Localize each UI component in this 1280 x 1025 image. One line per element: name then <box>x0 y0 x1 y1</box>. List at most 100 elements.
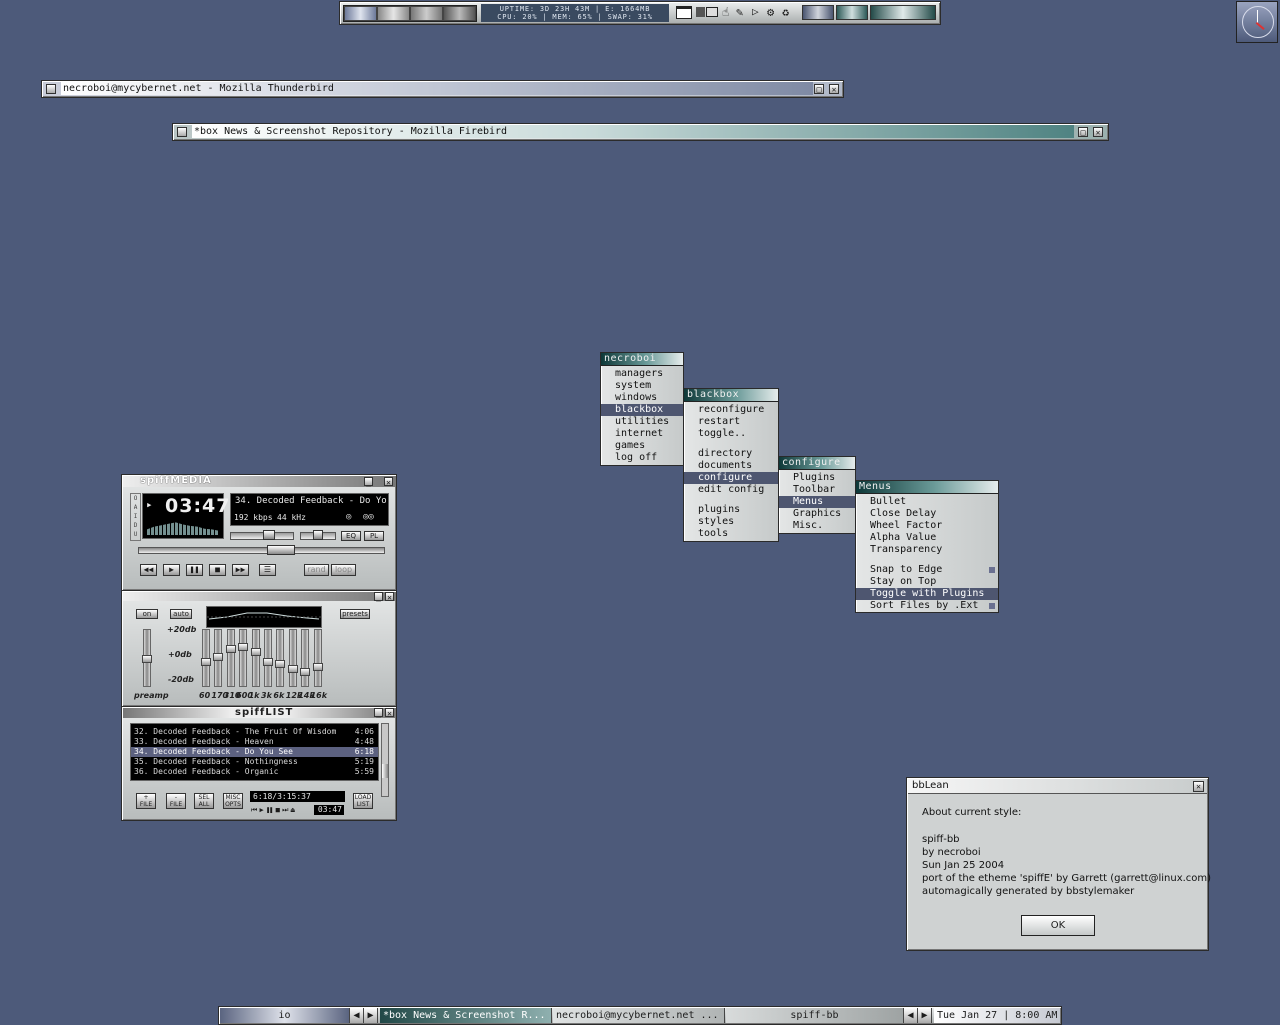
menu-item-bullet[interactable]: Bullet <box>856 496 998 508</box>
menu-item-documents[interactable]: documents <box>684 460 778 472</box>
menu-item-tools[interactable]: tools <box>684 528 778 540</box>
menu-item-restart[interactable]: restart <box>684 416 778 428</box>
menu-item-plugins[interactable]: plugins <box>684 504 778 516</box>
mini-next-icon[interactable]: ⏭ <box>282 806 288 814</box>
mini-prev-icon[interactable]: ⏮ <box>251 806 257 814</box>
firebird-window[interactable]: _ *box News & Screenshot Repository - Mo… <box>172 123 1109 141</box>
menu-item-styles[interactable]: styles <box>684 516 778 528</box>
menu-item-stay-on-top[interactable]: Stay on Top <box>856 576 998 588</box>
eq-band-slider-16k[interactable] <box>312 629 323 687</box>
eq-band-slider-1k[interactable] <box>250 629 261 687</box>
dialog-titlebar[interactable]: bbLean <box>908 779 1207 794</box>
playlist-list[interactable]: 32. Decoded Feedback - The Fruit Of Wisd… <box>130 723 379 781</box>
workspace-label[interactable]: io <box>220 1008 350 1023</box>
prev-workspace-button[interactable]: ◀ <box>350 1008 364 1023</box>
window-icon[interactable] <box>676 6 692 19</box>
eq-presets-button[interactable]: presets <box>340 609 370 619</box>
slider-knob[interactable] <box>263 657 273 666</box>
play-button[interactable]: ▶ <box>163 564 180 576</box>
eq-auto-button[interactable]: auto <box>170 609 192 619</box>
add-file-button[interactable]: + FILE <box>136 793 156 809</box>
playlist-scrollbar[interactable] <box>381 723 389 797</box>
slider-knob[interactable] <box>238 642 249 651</box>
slider-knob[interactable] <box>300 667 311 676</box>
menu-item-sort-files[interactable]: Sort Files by .Ext <box>856 600 998 612</box>
playlist-row[interactable]: 36. Decoded Feedback - Organic 5:59 <box>131 767 378 777</box>
mini-stop-icon[interactable]: ■ <box>276 806 280 814</box>
clock-icon[interactable] <box>1236 1 1278 43</box>
minimize-button[interactable]: _ <box>374 592 383 602</box>
eq-band-slider-3k[interactable] <box>263 629 273 687</box>
playlist-toggle-button[interactable]: PL <box>364 531 384 541</box>
close-button[interactable]: ✕ <box>384 477 393 487</box>
next-workspace-button[interactable]: ▶ <box>364 1008 378 1023</box>
mini-play-icon[interactable]: ▶ <box>260 806 264 814</box>
previous-button[interactable]: ◀◀ <box>140 564 157 576</box>
slider-knob[interactable] <box>275 660 286 668</box>
menu-item-log-off[interactable]: log off <box>601 452 683 464</box>
eq-band-slider-310[interactable] <box>225 629 236 687</box>
menu-item-menus[interactable]: Menus <box>779 496 855 508</box>
mail-icon[interactable] <box>706 7 718 17</box>
menu-item-graphics[interactable]: Graphics <box>779 508 855 520</box>
eq-titlebar[interactable] <box>123 592 395 601</box>
computer-icon[interactable] <box>696 7 705 17</box>
minimize-button[interactable]: _ <box>177 127 187 137</box>
shuffle-button[interactable]: rand <box>304 564 329 576</box>
playlist-row[interactable]: 35. Decoded Feedback - Nothingness 5:19 <box>131 757 378 767</box>
stop-button[interactable]: ■ <box>209 564 226 576</box>
slider-knob[interactable] <box>225 645 236 653</box>
eq-toggle-button[interactable]: EQ <box>341 531 361 541</box>
remove-file-button[interactable]: - FILE <box>166 793 186 809</box>
menu-item-configure[interactable]: configure <box>684 472 778 484</box>
menu-item-toggle-with-plugins[interactable]: Toggle with Plugins <box>856 588 998 600</box>
menu-item-transparency[interactable]: Transparency <box>856 544 998 556</box>
settings-icon[interactable]: ⚙ <box>767 5 774 19</box>
menu-item-system[interactable]: system <box>601 380 683 392</box>
toolbar-button-3[interactable] <box>870 5 936 20</box>
pointer-icon[interactable]: ☝ <box>722 5 729 19</box>
menu-item-toolbar[interactable]: Toolbar <box>779 484 855 496</box>
next-window-button[interactable]: ▶ <box>918 1008 932 1023</box>
menu-item-alpha-value[interactable]: Alpha Value <box>856 532 998 544</box>
mini-pause-icon[interactable]: ❚❚ <box>266 806 274 814</box>
mini-eject-icon[interactable]: ⏏ <box>291 806 295 814</box>
menu-item-edit-config[interactable]: edit config <box>684 484 778 496</box>
track-info-panel[interactable]: 34. Decoded Feedback - Do Yo 192 kbps 44… <box>230 493 389 526</box>
balance-slider[interactable] <box>300 530 336 540</box>
load-list-button[interactable]: LOAD LIST <box>353 793 373 809</box>
eq-band-slider-170[interactable] <box>213 629 224 687</box>
ok-button[interactable]: OK <box>1021 915 1095 936</box>
play-icon[interactable]: ▷ <box>752 5 759 19</box>
eject-button[interactable]: ☰ <box>259 564 276 576</box>
slider-knob[interactable] <box>213 652 224 661</box>
eq-band-slider-14k[interactable] <box>300 629 311 687</box>
slider-knob[interactable] <box>287 665 298 673</box>
slider-knob[interactable] <box>312 662 323 671</box>
volume-slider[interactable] <box>230 530 294 540</box>
eq-band-slider-60[interactable] <box>201 629 211 687</box>
menu-item-toggle[interactable]: toggle.. <box>684 428 778 440</box>
menu-item-utilities[interactable]: utilities <box>601 416 683 428</box>
menu-item-misc[interactable]: Misc. <box>779 520 855 532</box>
playlist-row[interactable]: 34. Decoded Feedback - Do You See 6:18 <box>131 747 378 757</box>
close-button[interactable]: ✕ <box>829 84 839 94</box>
next-button[interactable]: ▶▶ <box>232 564 249 576</box>
taskbar-clock[interactable]: Tue Jan 27 | 8:00 AM <box>934 1008 1060 1023</box>
minimize-button[interactable]: _ <box>46 84 56 94</box>
menu-item-wheel-factor[interactable]: Wheel Factor <box>856 520 998 532</box>
misc-options-button[interactable]: MISC OPTS <box>223 793 243 809</box>
close-button[interactable]: ✕ <box>1093 127 1103 137</box>
task-firebird[interactable]: *box News & Screenshot R... <box>380 1008 552 1023</box>
minimize-button[interactable]: _ <box>364 477 373 487</box>
time-display[interactable]: ▸ 03:47 <box>142 493 229 539</box>
menu-item-close-delay[interactable]: Close Delay <box>856 508 998 520</box>
menu-item-plugins-config[interactable]: Plugins <box>779 472 855 484</box>
slider-knob[interactable] <box>201 657 211 666</box>
task-thunderbird[interactable]: necroboi@mycybernet.net ... <box>553 1008 725 1023</box>
close-button[interactable]: ✕ <box>1193 781 1204 792</box>
menu-item-reconfigure[interactable]: reconfigure <box>684 404 778 416</box>
maximize-button[interactable]: □ <box>814 84 824 94</box>
tools-icon[interactable]: ✎ <box>736 5 743 19</box>
eq-band-slider-12k[interactable] <box>287 629 298 687</box>
